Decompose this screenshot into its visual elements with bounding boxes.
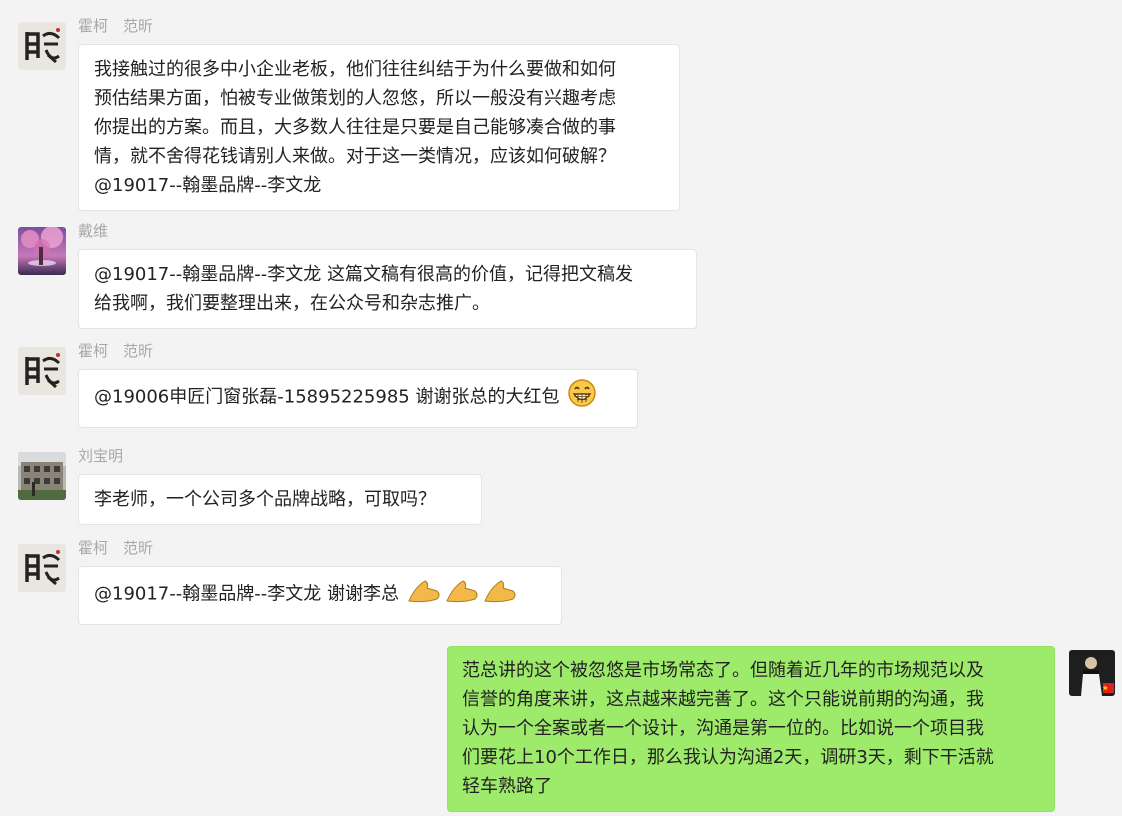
calligraphy-avatar-icon (18, 347, 66, 395)
message-bubble[interactable]: @19017--翰墨品牌--李文龙 这篇文稿有很高的价值，记得把文稿发 给我啊，… (78, 249, 697, 329)
message-line: @19006申匠门窗张磊-15895225985 谢谢张总的大红包 (94, 378, 621, 417)
sender-name: 戴维 (78, 222, 109, 240)
message-line: 你提出的方案。而且，大多数人往往是只要是自己能够凑合做的事 (94, 117, 616, 138)
message-line: @19017--翰墨品牌--李文龙 谢谢李总 (94, 575, 545, 614)
avatar[interactable] (18, 347, 66, 395)
message-bubble[interactable]: 范总讲的这个被忽悠是市场常态了。但随着近几年的市场规范以及 信誉的角度来讲，这点… (447, 646, 1055, 812)
message-bubble[interactable]: 李老师，一个公司多个品牌战略，可取吗？ (78, 474, 482, 525)
message-line: 我接触过的很多中小企业老板，他们往往纠结于为什么要做和如何 (94, 59, 616, 80)
grinning-face-icon (567, 378, 597, 417)
avatar[interactable] (18, 544, 66, 592)
avatar[interactable] (18, 22, 66, 70)
message-line: 范总讲的这个被忽悠是市场常态了。但随着近几年的市场规范以及 (462, 660, 984, 681)
message-line: 预估结果方面，怕被专业做策划的人忽悠，所以一般没有兴趣考虑 (94, 88, 616, 109)
calligraphy-avatar-icon (18, 22, 66, 70)
cherry-blossom-avatar-icon (18, 227, 66, 275)
person-avatar-icon (1069, 650, 1115, 696)
sender-name: 霍柯 范昕 (78, 342, 154, 360)
message-line: 李老师，一个公司多个品牌战略，可取吗？ (94, 489, 436, 510)
message-line: 情，就不舍得花钱请别人来做。对于这一类情况，应该如何破解？ (94, 146, 616, 167)
message-line: 信誉的角度来讲，这点越来越完善了。这个只能说前期的沟通，我 (462, 689, 984, 710)
message-line: @19017--翰墨品牌--李文龙 这篇文稿有很高的价值，记得把文稿发 (94, 264, 633, 285)
message-bubble[interactable]: 我接触过的很多中小企业老板，他们往往纠结于为什么要做和如何 预估结果方面，怕被专… (78, 44, 680, 211)
building-avatar-icon (18, 452, 66, 500)
avatar[interactable] (18, 452, 66, 500)
message-line: 认为一个全案或者一个设计，沟通是第一位的。比如说一个项目我 (462, 718, 984, 739)
message-bubble[interactable]: @19006申匠门窗张磊-15895225985 谢谢张总的大红包 (78, 369, 638, 428)
avatar[interactable] (18, 227, 66, 275)
calligraphy-avatar-icon (18, 544, 66, 592)
avatar[interactable] (1069, 650, 1115, 696)
sender-name: 刘宝明 (78, 447, 124, 465)
message-bubble[interactable]: @19017--翰墨品牌--李文龙 谢谢李总 (78, 566, 562, 625)
message-line: 轻车熟路了 (462, 776, 552, 797)
message-text: @19006申匠门窗张磊-15895225985 谢谢张总的大红包 (94, 386, 560, 408)
message-line: @19017--翰墨品牌--李文龙 (94, 175, 322, 196)
sender-name: 霍柯 范昕 (78, 539, 154, 557)
message-line: 给我啊，我们要整理出来，在公众号和杂志推广。 (94, 293, 490, 314)
message-line: 们要花上10个工作日，那么我认为沟通2天，调研3天，剩下干活就 (462, 747, 994, 768)
sender-name: 霍柯 范昕 (78, 17, 154, 35)
bowing-hands-icon (407, 575, 519, 614)
message-text: @19017--翰墨品牌--李文龙 谢谢李总 (94, 583, 399, 605)
